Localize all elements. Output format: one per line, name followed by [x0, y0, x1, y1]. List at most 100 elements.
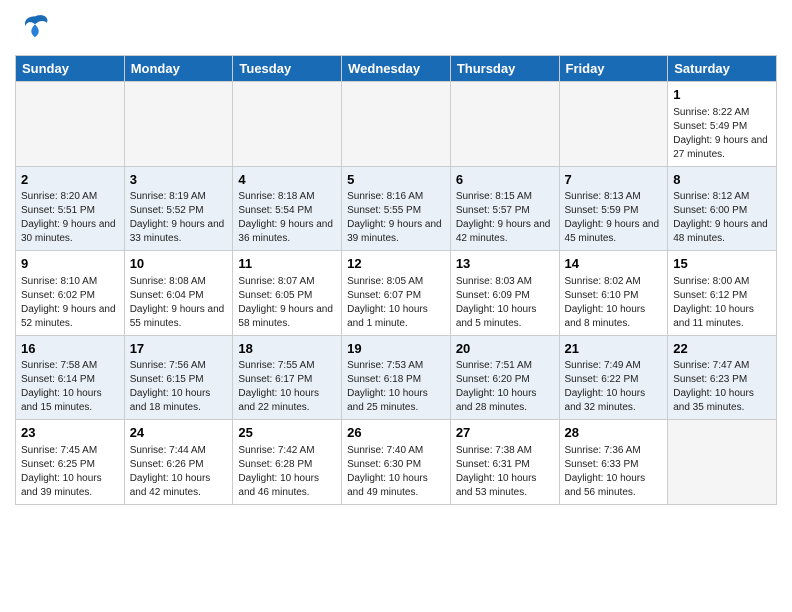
day-info: Sunrise: 7:38 AM Sunset: 6:31 PM Dayligh…: [456, 444, 554, 500]
calendar-day: 18Sunrise: 7:55 AM Sunset: 6:17 PM Dayli…: [233, 335, 342, 420]
day-number: 14: [565, 255, 663, 273]
day-number: 22: [673, 340, 771, 358]
calendar-day: [233, 82, 342, 167]
day-info: Sunrise: 7:53 AM Sunset: 6:18 PM Dayligh…: [347, 359, 445, 415]
day-info: Sunrise: 8:03 AM Sunset: 6:09 PM Dayligh…: [456, 275, 554, 331]
calendar-day: 15 Sunrise: 8:00 AM Sunset: 6:12 PM Dayli…: [668, 251, 777, 336]
day-number: 6: [456, 171, 554, 189]
day-info: Sunrise: 8:19 AM Sunset: 5:52 PM Dayligh…: [130, 190, 228, 246]
calendar-day: 25Sunrise: 7:42 AM Sunset: 6:28 PM Dayli…: [233, 420, 342, 505]
calendar-day: 17Sunrise: 7:56 AM Sunset: 6:15 PM Dayli…: [124, 335, 233, 420]
day-number: 12: [347, 255, 445, 273]
calendar-header-thursday: Thursday: [450, 56, 559, 82]
day-number: 28: [565, 424, 663, 442]
calendar-header-sunday: Sunday: [16, 56, 125, 82]
day-number: 1: [673, 86, 771, 104]
calendar-day: 1 Sunrise: 8:22 AM Sunset: 5:49 PM Daylig…: [668, 82, 777, 167]
calendar-day: 19Sunrise: 7:53 AM Sunset: 6:18 PM Dayli…: [342, 335, 451, 420]
day-info: Sunrise: 7:45 AM Sunset: 6:25 PM Dayligh…: [21, 444, 119, 500]
day-number: 17: [130, 340, 228, 358]
day-number: 18: [238, 340, 336, 358]
day-number: 19: [347, 340, 445, 358]
day-info: Sunrise: 8:02 AM Sunset: 6:10 PM Dayligh…: [565, 275, 663, 331]
day-number: 7: [565, 171, 663, 189]
calendar-day: 16Sunrise: 7:58 AM Sunset: 6:14 PM Dayli…: [16, 335, 125, 420]
day-info: Sunrise: 8:16 AM Sunset: 5:55 PM Dayligh…: [347, 190, 445, 246]
calendar-week-3: 9Sunrise: 8:10 AM Sunset: 6:02 PM Daylig…: [16, 251, 777, 336]
day-number: 27: [456, 424, 554, 442]
calendar-day: [450, 82, 559, 167]
day-number: 15: [673, 255, 771, 273]
day-number: 13: [456, 255, 554, 273]
day-info: Sunrise: 7:44 AM Sunset: 6:26 PM Dayligh…: [130, 444, 228, 500]
day-info: Sunrise: 7:40 AM Sunset: 6:30 PM Dayligh…: [347, 444, 445, 500]
calendar-day: 2Sunrise: 8:20 AM Sunset: 5:51 PM Daylig…: [16, 166, 125, 251]
day-number: 24: [130, 424, 228, 442]
calendar-week-4: 16Sunrise: 7:58 AM Sunset: 6:14 PM Dayli…: [16, 335, 777, 420]
day-number: 5: [347, 171, 445, 189]
calendar-day: 6Sunrise: 8:15 AM Sunset: 5:57 PM Daylig…: [450, 166, 559, 251]
day-info: Sunrise: 8:07 AM Sunset: 6:05 PM Dayligh…: [238, 275, 336, 331]
day-info: Sunrise: 8:22 AM Sunset: 5:49 PM Dayligh…: [673, 106, 771, 162]
calendar-week-5: 23 Sunrise: 7:45 AM Sunset: 6:25 PM Dayli…: [16, 420, 777, 505]
calendar-header-monday: Monday: [124, 56, 233, 82]
calendar-week-1: 1 Sunrise: 8:22 AM Sunset: 5:49 PM Daylig…: [16, 82, 777, 167]
day-number: 10: [130, 255, 228, 273]
calendar-day: 13 Sunrise: 8:03 AM Sunset: 6:09 PM Dayli…: [450, 251, 559, 336]
day-info: Sunrise: 8:18 AM Sunset: 5:54 PM Dayligh…: [238, 190, 336, 246]
calendar-day: 3Sunrise: 8:19 AM Sunset: 5:52 PM Daylig…: [124, 166, 233, 251]
calendar-day: 8Sunrise: 8:12 AM Sunset: 6:00 PM Daylig…: [668, 166, 777, 251]
day-info: Sunrise: 7:51 AM Sunset: 6:20 PM Dayligh…: [456, 359, 554, 415]
day-info: Sunrise: 8:20 AM Sunset: 5:51 PM Dayligh…: [21, 190, 119, 246]
calendar-day: 27 Sunrise: 7:38 AM Sunset: 6:31 PM Dayli…: [450, 420, 559, 505]
day-info: Sunrise: 7:58 AM Sunset: 6:14 PM Dayligh…: [21, 359, 119, 415]
day-number: 4: [238, 171, 336, 189]
day-number: 23: [21, 424, 119, 442]
day-number: 3: [130, 171, 228, 189]
day-number: 11: [238, 255, 336, 273]
calendar-day: 7Sunrise: 8:13 AM Sunset: 5:59 PM Daylig…: [559, 166, 668, 251]
day-info: Sunrise: 8:08 AM Sunset: 6:04 PM Dayligh…: [130, 275, 228, 331]
day-info: Sunrise: 7:36 AM Sunset: 6:33 PM Dayligh…: [565, 444, 663, 500]
calendar-day: [559, 82, 668, 167]
calendar-header-saturday: Saturday: [668, 56, 777, 82]
calendar-day: 5Sunrise: 8:16 AM Sunset: 5:55 PM Daylig…: [342, 166, 451, 251]
day-info: Sunrise: 8:12 AM Sunset: 6:00 PM Dayligh…: [673, 190, 771, 246]
day-number: 2: [21, 171, 119, 189]
page: SundayMondayTuesdayWednesdayThursdayFrid…: [0, 0, 792, 612]
calendar-header-row: SundayMondayTuesdayWednesdayThursdayFrid…: [16, 56, 777, 82]
day-info: Sunrise: 7:56 AM Sunset: 6:15 PM Dayligh…: [130, 359, 228, 415]
day-number: 25: [238, 424, 336, 442]
header: [15, 10, 777, 47]
day-info: Sunrise: 7:49 AM Sunset: 6:22 PM Dayligh…: [565, 359, 663, 415]
day-info: Sunrise: 8:13 AM Sunset: 5:59 PM Dayligh…: [565, 190, 663, 246]
calendar-day: 11 Sunrise: 8:07 AM Sunset: 6:05 PM Dayli…: [233, 251, 342, 336]
calendar: SundayMondayTuesdayWednesdayThursdayFrid…: [15, 55, 777, 505]
calendar-day: 21Sunrise: 7:49 AM Sunset: 6:22 PM Dayli…: [559, 335, 668, 420]
day-info: Sunrise: 8:00 AM Sunset: 6:12 PM Dayligh…: [673, 275, 771, 331]
calendar-week-2: 2Sunrise: 8:20 AM Sunset: 5:51 PM Daylig…: [16, 166, 777, 251]
calendar-day: 4Sunrise: 8:18 AM Sunset: 5:54 PM Daylig…: [233, 166, 342, 251]
calendar-day: 20Sunrise: 7:51 AM Sunset: 6:20 PM Dayli…: [450, 335, 559, 420]
calendar-day: [16, 82, 125, 167]
logo-bird-icon: [19, 10, 51, 47]
calendar-day: 24 Sunrise: 7:44 AM Sunset: 6:26 PM Dayli…: [124, 420, 233, 505]
day-info: Sunrise: 7:55 AM Sunset: 6:17 PM Dayligh…: [238, 359, 336, 415]
logo: [15, 10, 51, 47]
day-number: 9: [21, 255, 119, 273]
calendar-header-friday: Friday: [559, 56, 668, 82]
day-number: 21: [565, 340, 663, 358]
calendar-day: 26Sunrise: 7:40 AM Sunset: 6:30 PM Dayli…: [342, 420, 451, 505]
day-number: 16: [21, 340, 119, 358]
day-info: Sunrise: 7:47 AM Sunset: 6:23 PM Dayligh…: [673, 359, 771, 415]
calendar-header-tuesday: Tuesday: [233, 56, 342, 82]
calendar-day: [668, 420, 777, 505]
calendar-day: 22Sunrise: 7:47 AM Sunset: 6:23 PM Dayli…: [668, 335, 777, 420]
calendar-day: [342, 82, 451, 167]
calendar-day: [124, 82, 233, 167]
day-number: 20: [456, 340, 554, 358]
calendar-day: 23 Sunrise: 7:45 AM Sunset: 6:25 PM Dayli…: [16, 420, 125, 505]
day-info: Sunrise: 8:05 AM Sunset: 6:07 PM Dayligh…: [347, 275, 445, 331]
day-info: Sunrise: 8:15 AM Sunset: 5:57 PM Dayligh…: [456, 190, 554, 246]
calendar-header-wednesday: Wednesday: [342, 56, 451, 82]
